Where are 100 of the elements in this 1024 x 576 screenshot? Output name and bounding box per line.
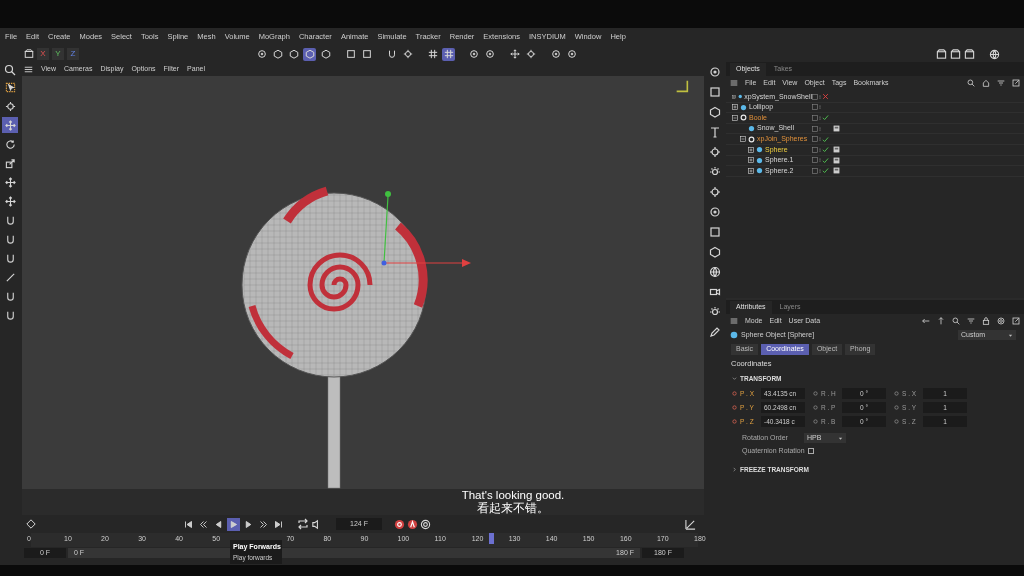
keyframe-dot-icon[interactable] xyxy=(732,391,737,396)
toolbar-button[interactable] xyxy=(565,47,578,61)
target-icon[interactable] xyxy=(420,518,431,530)
toolbar-button[interactable] xyxy=(255,47,268,61)
keyframe-dot-icon[interactable] xyxy=(813,405,818,410)
film-icon[interactable] xyxy=(936,48,947,60)
film-icon[interactable] xyxy=(964,48,975,60)
layer-checkbox-icon[interactable] xyxy=(812,136,818,143)
tag-icon[interactable] xyxy=(833,146,840,154)
layer-checkbox-icon[interactable] xyxy=(812,167,818,174)
arrow-left-icon[interactable] xyxy=(922,317,930,325)
filter-icon[interactable] xyxy=(967,317,975,325)
tag-icon[interactable] xyxy=(833,167,840,175)
circle-icon xyxy=(709,66,721,78)
menu-icon[interactable] xyxy=(24,64,33,74)
autokey-icon[interactable] xyxy=(407,518,418,530)
toolbar-button[interactable] xyxy=(360,47,373,61)
shelf-button[interactable] xyxy=(707,104,723,120)
keyframe-dot-icon[interactable] xyxy=(894,391,899,396)
layer-checkbox-icon[interactable] xyxy=(812,115,818,121)
layer-checkbox-icon[interactable] xyxy=(812,146,818,153)
expand-icon[interactable] xyxy=(1012,317,1020,325)
toolbar-button[interactable] xyxy=(442,47,455,61)
keyframe-dot-icon[interactable] xyxy=(732,419,737,424)
toolbar-button[interactable] xyxy=(344,47,357,61)
toolbar-button[interactable] xyxy=(303,47,316,61)
axis-toggle-button[interactable]: Y xyxy=(52,48,64,60)
keyframe-dot-icon[interactable] xyxy=(813,391,818,396)
expand-icon[interactable] xyxy=(748,146,754,153)
tool-button[interactable] xyxy=(2,193,18,209)
layer-checkbox-icon[interactable] xyxy=(812,157,818,164)
keyframe-dot-icon[interactable] xyxy=(894,405,899,410)
toolbar-button[interactable] xyxy=(319,47,332,61)
tag-icon[interactable] xyxy=(833,125,840,133)
filter-icon[interactable] xyxy=(997,79,1005,87)
keyframe-dot-icon[interactable] xyxy=(813,419,818,424)
toolbar-button[interactable] xyxy=(549,47,562,61)
shelf-button[interactable] xyxy=(707,64,723,80)
shelf-button[interactable] xyxy=(707,204,723,220)
layer-checkbox-icon[interactable] xyxy=(812,93,818,100)
playhead[interactable] xyxy=(488,533,494,544)
caret-icon xyxy=(732,376,737,381)
record-icon[interactable] xyxy=(394,518,405,530)
layer-checkbox-icon[interactable] xyxy=(812,125,818,132)
home-icon[interactable] xyxy=(982,79,990,87)
shelf-button[interactable] xyxy=(707,224,723,240)
shelf-button[interactable] xyxy=(707,244,723,260)
checkbox[interactable] xyxy=(807,448,814,454)
expand-icon[interactable] xyxy=(732,104,738,111)
expand-icon[interactable] xyxy=(748,157,754,164)
keyframe-icon[interactable] xyxy=(26,519,36,529)
film-icon[interactable] xyxy=(24,49,34,59)
check-icon[interactable] xyxy=(822,146,829,154)
brush-icon xyxy=(4,271,16,283)
keyframe-dot-icon[interactable] xyxy=(894,419,899,424)
search-icon[interactable] xyxy=(952,317,960,325)
tag-icon[interactable] xyxy=(833,156,840,164)
playback-button[interactable] xyxy=(227,517,240,531)
axis-gizmo-drawing[interactable] xyxy=(381,191,471,267)
loop-icon[interactable] xyxy=(297,518,309,530)
check-icon[interactable] xyxy=(822,167,829,175)
check-icon[interactable] xyxy=(822,135,829,143)
collapse-icon[interactable] xyxy=(732,115,738,121)
film-icon[interactable] xyxy=(950,48,961,60)
toolbar-button[interactable] xyxy=(426,47,439,61)
check-icon[interactable] xyxy=(822,114,829,122)
layer-checkbox-icon[interactable] xyxy=(812,104,818,111)
collapse-icon[interactable] xyxy=(740,136,746,143)
target-icon[interactable] xyxy=(997,317,1005,325)
shelf-button[interactable] xyxy=(707,84,723,100)
viewport[interactable]: That's looking good. 看起来不错。 xyxy=(22,76,704,515)
expand-icon[interactable] xyxy=(732,93,736,100)
tool-button[interactable] xyxy=(2,174,18,190)
axis-toggle-button[interactable]: Z xyxy=(67,48,79,60)
cross-icon[interactable] xyxy=(822,93,829,101)
search-icon[interactable] xyxy=(967,79,975,87)
keyframe-dot-icon[interactable] xyxy=(732,405,737,410)
prev-key-icon xyxy=(199,519,208,529)
camera-icon xyxy=(709,286,721,298)
search-icon[interactable] xyxy=(4,64,16,76)
subtitle-text: That's looking good. xyxy=(461,489,565,502)
toolbar-button[interactable] xyxy=(287,47,300,61)
globe-icon[interactable] xyxy=(989,48,1000,60)
axis-indicator-icon xyxy=(674,78,690,94)
magnet-icon xyxy=(4,309,16,321)
magnet-icon xyxy=(386,49,397,59)
toolbar-button[interactable] xyxy=(271,47,284,61)
arrow-up-icon[interactable] xyxy=(937,317,945,325)
light-icon xyxy=(709,306,721,318)
light-icon xyxy=(709,166,721,178)
lollipop-drawing[interactable] xyxy=(241,186,428,489)
lock-icon[interactable] xyxy=(982,317,990,325)
shelf-button[interactable] xyxy=(707,264,723,280)
toolbar-button[interactable] xyxy=(483,47,496,61)
toolbar-button[interactable] xyxy=(467,47,480,61)
check-icon[interactable] xyxy=(822,156,829,164)
graph-icon[interactable] xyxy=(685,518,696,530)
toolbar-button[interactable] xyxy=(508,47,521,61)
expand-icon[interactable] xyxy=(748,167,754,174)
expand-icon[interactable] xyxy=(1012,79,1020,87)
